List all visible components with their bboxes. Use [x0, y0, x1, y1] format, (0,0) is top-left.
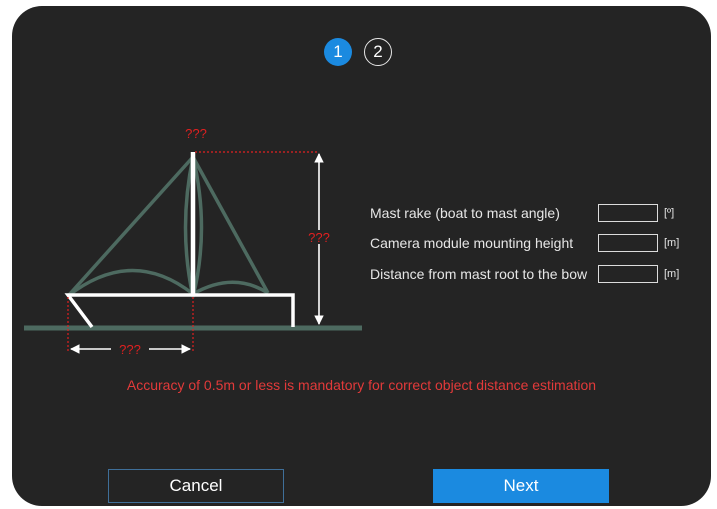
mast-rake-unknown-label: ??? [185, 126, 207, 141]
bow-distance-unit: [m] [664, 268, 680, 280]
bow-distance-unknown-label: ??? [119, 342, 141, 357]
sails [66, 155, 270, 298]
camera-height-row: Camera module mounting height [m] [370, 233, 679, 253]
bow-distance-label: Distance from mast root to the bow [370, 266, 588, 282]
accuracy-warning: Accuracy of 0.5m or less is mandatory fo… [126, 377, 597, 393]
mast-rake-row: Mast rake (boat to mast angle) [º] [370, 203, 674, 223]
mast-rake-label: Mast rake (boat to mast angle) [370, 205, 560, 221]
bow-distance-input[interactable] [598, 265, 658, 283]
next-button[interactable]: Next [433, 469, 609, 503]
camera-height-unit: [m] [664, 237, 680, 249]
height-unknown-label: ??? [308, 230, 330, 245]
setup-dialog: 1 2 ??? ??? ??? Mast rake (boat to mast … [12, 6, 711, 506]
mast-rake-input[interactable] [598, 204, 658, 222]
boat-hull [64, 293, 295, 329]
mast-rake-unit: [º] [664, 207, 675, 219]
boat-diagram: ??? ??? ??? [24, 126, 362, 357]
cancel-button[interactable]: Cancel [108, 469, 284, 503]
bow-distance-row: Distance from mast root to the bow [m] [370, 264, 679, 284]
camera-height-label: Camera module mounting height [370, 235, 574, 251]
camera-height-input[interactable] [598, 234, 658, 252]
